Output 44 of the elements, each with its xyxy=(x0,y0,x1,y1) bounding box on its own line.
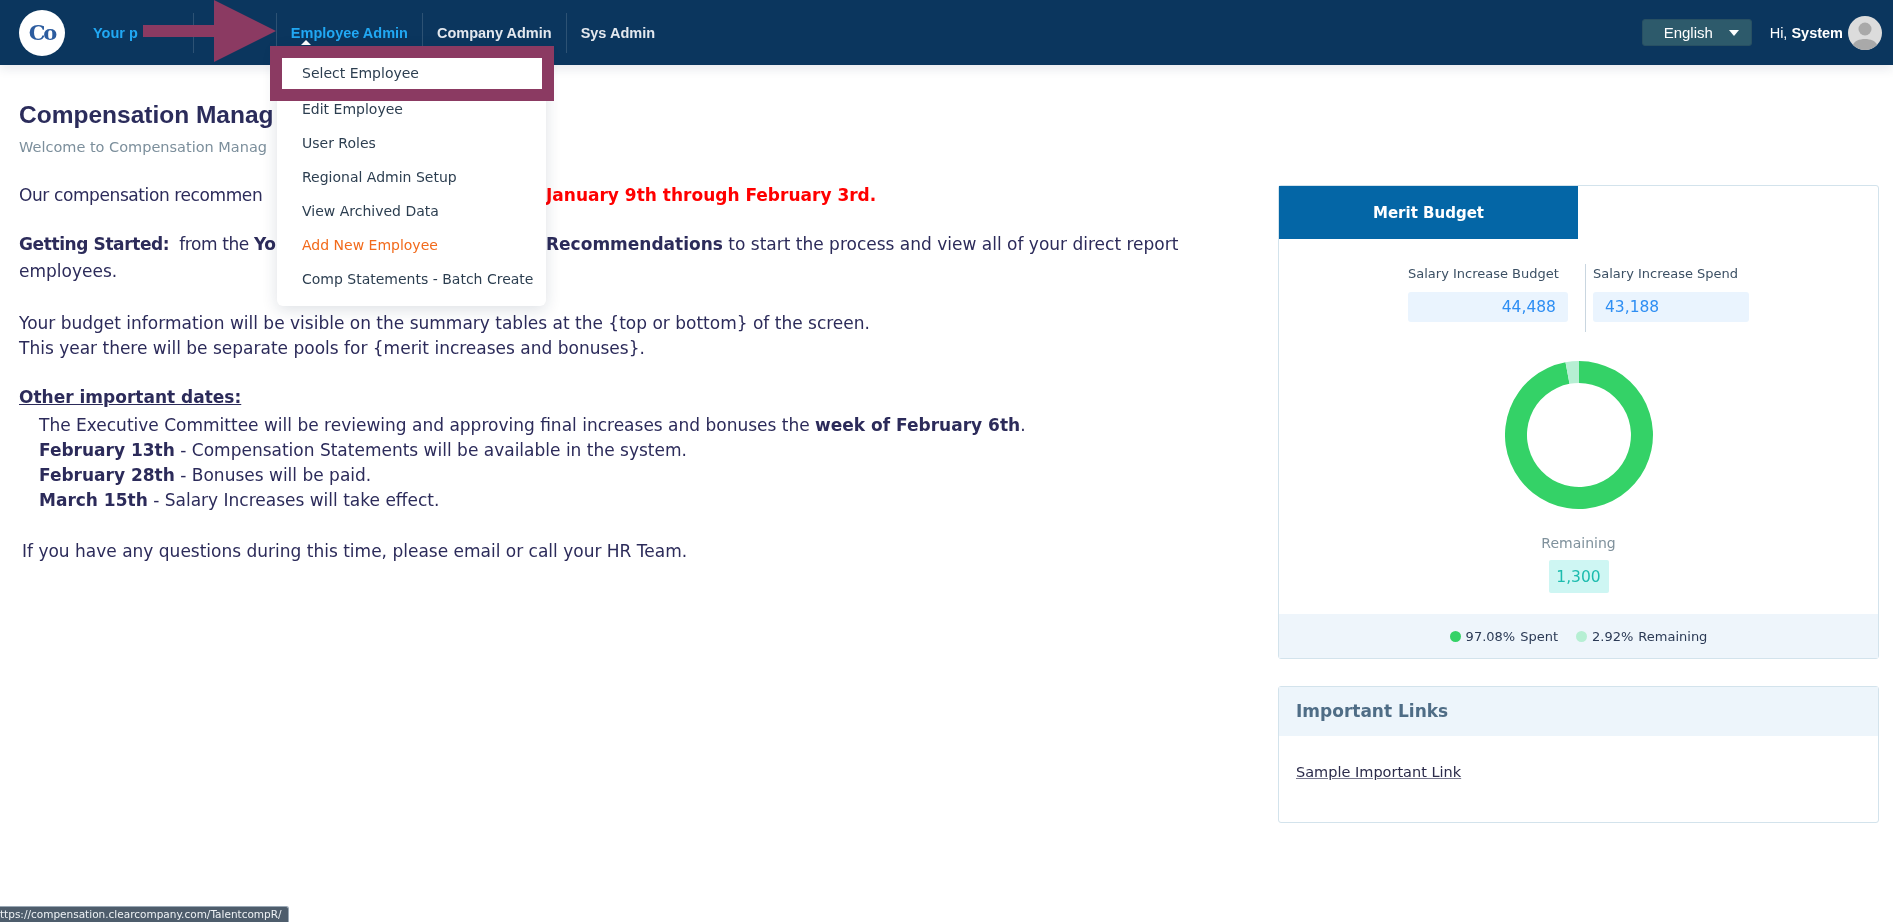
language-select[interactable]: English xyxy=(1641,19,1752,46)
legend-label: Spent xyxy=(1520,628,1559,644)
page-subtitle: Welcome to Compensation Manag xyxy=(19,138,268,157)
budget-text: This year there will be separate pools for {merit increases and bonuses}. xyxy=(19,337,645,360)
menu-item[interactable]: User Roles xyxy=(277,135,546,152)
getting-started-text: Recommendations to start the process and view all of your direct report xyxy=(546,233,1179,256)
date-item-text: March 15th - Salary Increases will take effect. xyxy=(39,489,440,512)
intro-text: Our compensation recommen xyxy=(19,184,263,207)
legend-label: Remaining xyxy=(1638,628,1708,644)
greeting-text: Hi, System xyxy=(1769,24,1843,41)
getting-started-text: employees. xyxy=(19,260,118,283)
caret-down-icon xyxy=(1728,29,1739,36)
menu-item[interactable]: Select Employee xyxy=(270,46,554,101)
closing-text: If you have any questions during this time, please email or call your HR Team. xyxy=(22,540,688,563)
status-url: ttps://compensation.clearcompany.com/TalentcompR/ xyxy=(0,906,289,922)
menu-item[interactable]: View Archived Data xyxy=(277,203,546,220)
card-header: Important Links xyxy=(1279,687,1878,736)
stat-value: 43,188 xyxy=(1593,292,1749,322)
legend-value: 97.08% xyxy=(1465,628,1516,644)
nav-item[interactable]: Company Admin xyxy=(422,19,566,46)
budget-text: Your budget information will be visible on the summary tables at the {top or bottom} of the screen. xyxy=(19,312,870,335)
tab[interactable]: Merit Budget xyxy=(1279,186,1578,239)
nav-item[interactable]: Sys Admin xyxy=(566,19,670,46)
stat-label: Salary Increase Budget xyxy=(1408,265,1559,283)
page-title: Compensation Manag xyxy=(19,100,274,130)
nav-item[interactable]: Your p xyxy=(79,19,138,46)
nav-item[interactable]: Employee Admin xyxy=(276,19,422,46)
logo[interactable]: Co xyxy=(19,9,65,56)
date-item-text: February 13th - Compensation Statements will be available in the system. xyxy=(39,439,687,462)
stat-label: Salary Increase Spend xyxy=(1593,265,1739,283)
menu-item[interactable]: Regional Admin Setup xyxy=(277,169,546,186)
stat-value: 44,488 xyxy=(1408,292,1568,322)
section-heading: Other important dates: xyxy=(19,386,242,409)
remaining-label: Remaining xyxy=(1541,534,1616,553)
deadline-text: January 9th through February 3rd. xyxy=(546,184,877,207)
avatar-icon[interactable] xyxy=(1848,15,1882,50)
legend-value: 2.92% xyxy=(1592,628,1634,644)
remaining-value: 1,300 xyxy=(1548,560,1609,593)
menu-item[interactable]: Comp Statements - Batch Create xyxy=(277,271,546,288)
getting-started-text: Getting Started: from the Yo xyxy=(19,233,276,256)
date-item-text: The Executive Committee will be reviewing and approving final increases and bonuses the week of February 6th. xyxy=(39,414,1026,437)
date-item-text: February 28th - Bonuses will be paid. xyxy=(39,464,372,487)
menu-item[interactable]: Edit Employee xyxy=(277,101,546,118)
link[interactable]: Sample Important Link xyxy=(1296,762,1462,782)
